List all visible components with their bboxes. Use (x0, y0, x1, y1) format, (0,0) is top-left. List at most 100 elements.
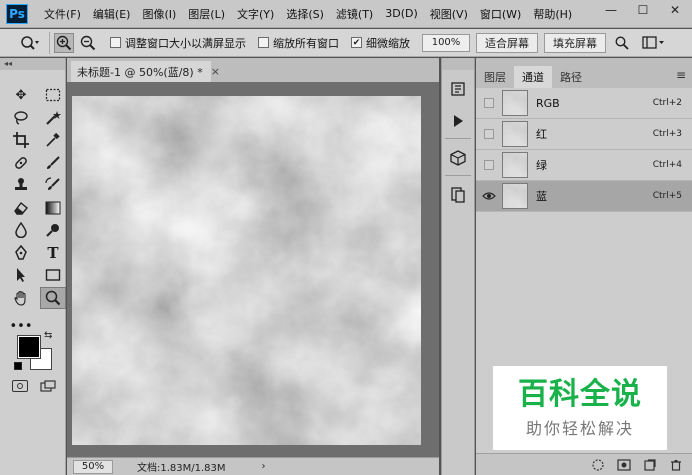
crop-tool-icon[interactable] (8, 129, 34, 152)
tab-layers[interactable]: 图层 (476, 66, 514, 88)
channel-row-blue[interactable]: 蓝 Ctrl+5 (476, 181, 692, 212)
menu-layer[interactable]: 图层(L) (188, 6, 225, 22)
watermark-badge: 百科全说 助你轻松解决 (493, 366, 667, 450)
channel-shortcut: Ctrl+3 (652, 129, 682, 139)
eraser-tool-icon[interactable] (8, 197, 34, 220)
save-selection-icon[interactable] (614, 458, 634, 471)
new-channel-icon[interactable] (640, 458, 660, 471)
menu-select[interactable]: 选择(S) (286, 6, 324, 22)
screen-mode-icon[interactable] (40, 380, 56, 392)
document-tab-strip: 未标题-1 @ 50%(蓝/8) * × (67, 58, 439, 82)
quick-selection-tool-icon[interactable] (40, 107, 66, 130)
menu-image[interactable]: 图像(I) (142, 6, 176, 22)
foreground-color-swatch[interactable] (17, 335, 41, 359)
menu-3d[interactable]: 3D(D) (385, 7, 418, 20)
delete-channel-icon[interactable] (666, 459, 686, 471)
pen-tool-icon[interactable] (8, 242, 34, 265)
properties-panel-icon[interactable] (444, 182, 472, 208)
panel-menu-icon[interactable]: ≡ (676, 68, 686, 82)
path-selection-tool-icon[interactable] (8, 264, 34, 287)
visibility-toggle[interactable] (480, 127, 498, 141)
lasso-tool-icon[interactable] (8, 107, 34, 130)
visibility-toggle[interactable] (480, 189, 498, 203)
tool-preset-picker[interactable] (10, 31, 50, 54)
close-button[interactable]: ✕ (660, 0, 690, 20)
zoom-out-icon (80, 35, 96, 50)
clouds-canvas[interactable] (72, 96, 421, 445)
channel-row-rgb[interactable]: RGB Ctrl+2 (476, 88, 692, 119)
tab-paths[interactable]: 路径 (552, 66, 590, 88)
channel-thumbnail (502, 152, 528, 178)
status-doc-size: 文档:1.83M/1.83M (137, 463, 226, 474)
status-menu-arrow-icon[interactable]: › (262, 461, 266, 472)
zoom-tool-icon[interactable] (40, 286, 66, 309)
healing-brush-tool-icon[interactable] (8, 152, 34, 175)
history-panel-icon[interactable] (444, 76, 472, 102)
swap-colors-icon[interactable]: ⇆ (44, 330, 52, 341)
visibility-toggle[interactable] (480, 158, 498, 172)
panel-dock (441, 58, 475, 475)
zoom-in-button[interactable] (54, 32, 74, 53)
quick-mask-icon[interactable] (12, 380, 28, 392)
menu-help[interactable]: 帮助(H) (533, 6, 572, 22)
default-colors-icon[interactable] (14, 362, 22, 370)
3d-panel-icon[interactable] (444, 145, 472, 171)
channel-shortcut: Ctrl+4 (652, 160, 682, 170)
load-selection-icon[interactable] (588, 458, 608, 471)
dock-separator (445, 138, 471, 139)
rectangle-tool-icon[interactable] (40, 264, 66, 287)
close-document-icon[interactable]: × (211, 65, 220, 78)
zoom-percentage-field[interactable]: 100% (422, 33, 470, 52)
watermark-subtitle: 助你轻松解决 (525, 419, 634, 438)
toolbox-collapse-handle[interactable]: ◂◂ (0, 58, 65, 70)
photoshop-logo: Ps (6, 3, 28, 24)
resize-windows-checkbox[interactable] (110, 37, 121, 48)
visibility-toggle[interactable] (480, 96, 498, 110)
scrubby-zoom-checkbox[interactable]: ✔ (351, 37, 362, 48)
marquee-tool-icon[interactable] (40, 84, 66, 107)
brush-tool-icon[interactable] (40, 152, 66, 175)
fit-screen-button[interactable]: 适合屏幕 (476, 32, 538, 53)
workspace-switcher[interactable] (640, 33, 668, 53)
maximize-button[interactable]: ☐ (628, 0, 658, 20)
eyedropper-tool-icon[interactable] (40, 129, 66, 152)
fill-screen-button[interactable]: 填充屏幕 (544, 32, 606, 53)
channel-thumbnail (502, 90, 528, 116)
gradient-tool-icon[interactable] (40, 197, 66, 220)
menu-type[interactable]: 文字(Y) (237, 6, 274, 22)
menu-file[interactable]: 文件(F) (44, 6, 81, 22)
scrubby-zoom-label: 细微缩放 (366, 36, 410, 50)
menu-view[interactable]: 视图(V) (430, 6, 468, 22)
resize-windows-label: 调整窗口大小以满屏显示 (125, 36, 246, 50)
type-tool-icon[interactable]: T (40, 242, 66, 265)
canvas-pasteboard (67, 82, 439, 457)
menu-edit[interactable]: 编辑(E) (93, 6, 131, 22)
document-tab[interactable]: 未标题-1 @ 50%(蓝/8) * × (71, 61, 220, 82)
blur-tool-icon[interactable] (8, 219, 34, 242)
status-zoom-field[interactable]: 50% (73, 459, 113, 474)
actions-play-icon[interactable] (444, 108, 472, 134)
dodge-tool-icon[interactable] (40, 219, 66, 242)
color-swatches: ⇆ (10, 330, 60, 380)
zoom-all-windows-checkbox[interactable] (258, 37, 269, 48)
clouds-image (72, 96, 421, 445)
document-area: 未标题-1 @ 50%(蓝/8) * × 50% 文档:1.83M/1.83M … (67, 58, 439, 475)
minimize-button[interactable]: — (596, 0, 626, 20)
hand-tool-icon[interactable] (8, 287, 34, 310)
dock-collapse-handle[interactable] (442, 58, 474, 70)
channel-row-green[interactable]: 绿 Ctrl+4 (476, 150, 692, 181)
tab-channels[interactable]: 通道 (514, 66, 552, 88)
channel-shortcut: Ctrl+2 (652, 98, 682, 108)
menu-window[interactable]: 窗口(W) (480, 6, 521, 22)
zoom-out-button[interactable] (78, 33, 98, 53)
panel-footer (476, 453, 692, 475)
clone-stamp-tool-icon[interactable] (8, 174, 34, 197)
channel-thumbnail (502, 121, 528, 147)
search-button[interactable] (612, 33, 632, 53)
history-brush-tool-icon[interactable] (40, 174, 66, 197)
menu-filter[interactable]: 滤镜(T) (336, 6, 373, 22)
channel-row-red[interactable]: 红 Ctrl+3 (476, 119, 692, 150)
move-tool-icon[interactable]: ✥ (8, 84, 34, 107)
dock-separator (445, 175, 471, 176)
channel-name: 蓝 (536, 190, 547, 203)
